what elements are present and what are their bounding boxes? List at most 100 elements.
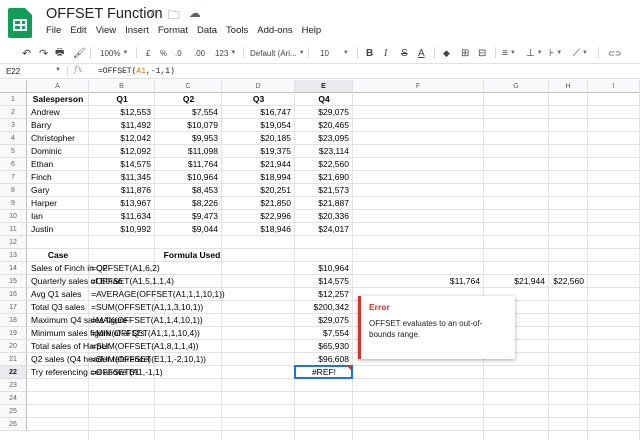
text-rotation-icon[interactable]: ⟋ ▼ xyxy=(573,44,588,62)
header-cell[interactable]: Q4 xyxy=(299,93,349,106)
row-header-25[interactable]: 25 xyxy=(0,405,27,418)
result-cell[interactable]: $10,964 xyxy=(299,262,349,275)
menu-format[interactable]: Format xyxy=(158,25,188,36)
menu-insert[interactable]: Insert xyxy=(125,25,149,36)
formula-header-cell[interactable]: Formula Used xyxy=(93,249,291,262)
table-cell[interactable]: $24,017 xyxy=(299,223,349,236)
table-cell[interactable]: $29,075 xyxy=(299,106,349,119)
row-header-22[interactable]: 22 xyxy=(0,366,27,379)
row-header-19[interactable]: 19 xyxy=(0,327,27,340)
currency-format-button[interactable]: £ xyxy=(146,44,150,62)
sheets-logo-icon[interactable] xyxy=(8,8,32,38)
more-formats-button[interactable]: 123 ▼ xyxy=(215,44,236,62)
table-cell[interactable]: $20,336 xyxy=(299,210,349,223)
table-cell[interactable]: Barry xyxy=(31,119,85,132)
row-header-7[interactable]: 7 xyxy=(0,171,27,184)
table-cell[interactable]: Gary xyxy=(31,184,85,197)
table-cell[interactable]: $14,575 xyxy=(93,158,151,171)
table-cell[interactable]: $11,098 xyxy=(159,145,218,158)
table-cell[interactable]: $23,095 xyxy=(299,132,349,145)
redo-icon[interactable]: ↷ xyxy=(39,44,48,62)
table-cell[interactable]: $10,079 xyxy=(159,119,218,132)
zoom-select[interactable]: 100% ▼ xyxy=(100,44,128,62)
table-cell[interactable]: Andrew xyxy=(31,106,85,119)
formula-input[interactable]: =OFFSET(A1,-1,1) xyxy=(98,67,175,76)
case-header-cell[interactable]: Case xyxy=(31,249,85,262)
row-header-21[interactable]: 21 xyxy=(0,353,27,366)
table-cell[interactable]: $9,044 xyxy=(159,223,218,236)
table-cell[interactable]: $11,876 xyxy=(93,184,151,197)
row-header-9[interactable]: 9 xyxy=(0,197,27,210)
borders-icon[interactable]: ⊞ xyxy=(461,44,469,62)
paint-format-icon[interactable]: 🖌 xyxy=(73,44,86,62)
menu-view[interactable]: View xyxy=(96,25,116,36)
table-cell[interactable]: $10,964 xyxy=(159,171,218,184)
row-header-24[interactable]: 24 xyxy=(0,392,27,405)
undo-icon[interactable]: ↶ xyxy=(22,44,31,62)
text-wrap-icon[interactable]: ⊦ ▼ xyxy=(549,44,562,62)
move-to-folder-icon[interactable]: 🗀 xyxy=(168,6,180,27)
row-header-6[interactable]: 6 xyxy=(0,158,27,171)
formula-cell[interactable]: =SUM(OFFSET(E1,1,-2,10,1)) xyxy=(91,353,291,366)
column-header-d[interactable]: D xyxy=(222,80,295,93)
table-cell[interactable]: $21,573 xyxy=(299,184,349,197)
result-cell[interactable]: $29,075 xyxy=(299,314,349,327)
row-header-11[interactable]: 11 xyxy=(0,223,27,236)
table-cell[interactable]: $9,953 xyxy=(159,132,218,145)
table-cell[interactable]: Justin xyxy=(31,223,85,236)
formula-cell[interactable]: =OFFSET(A1,5,1,1,4) xyxy=(91,275,291,288)
strikethrough-button[interactable]: S xyxy=(401,44,408,62)
table-cell[interactable]: $10,992 xyxy=(93,223,151,236)
table-cell[interactable]: $12,042 xyxy=(93,132,151,145)
horizontal-align-icon[interactable]: ≡ ▼ xyxy=(502,44,516,62)
row-header-2[interactable]: 2 xyxy=(0,106,27,119)
formula-cell[interactable]: =MAX(OFFSET(A1,1,4,10,1)) xyxy=(91,314,291,327)
table-cell[interactable]: $23,114 xyxy=(299,145,349,158)
result-cell[interactable]: $7,554 xyxy=(299,327,349,340)
table-cell[interactable]: $7,554 xyxy=(159,106,218,119)
menu-file[interactable]: File xyxy=(46,25,61,36)
percent-format-button[interactable]: % xyxy=(160,44,167,62)
spill-cell[interactable]: $11,764 xyxy=(357,275,480,288)
result-cell[interactable]: $200,342 xyxy=(299,301,349,314)
select-all-corner[interactable] xyxy=(0,80,27,93)
merge-cells-icon[interactable]: ⊟ xyxy=(478,44,486,62)
row-header-5[interactable]: 5 xyxy=(0,145,27,158)
row-header-18[interactable]: 18 xyxy=(0,314,27,327)
table-cell[interactable]: Harper xyxy=(31,197,85,210)
header-cell[interactable]: Q3 xyxy=(226,93,291,106)
table-cell[interactable]: $20,251 xyxy=(226,184,291,197)
table-cell[interactable]: $8,453 xyxy=(159,184,218,197)
table-cell[interactable]: Christopher xyxy=(31,132,85,145)
decrease-decimal-button[interactable]: .0 xyxy=(175,44,182,62)
menu-tools[interactable]: Tools xyxy=(226,25,248,36)
table-cell[interactable]: $20,465 xyxy=(299,119,349,132)
table-cell[interactable]: $13,967 xyxy=(93,197,151,210)
header-cell[interactable]: Q2 xyxy=(159,93,218,106)
table-cell[interactable]: Finch xyxy=(31,171,85,184)
formula-cell[interactable]: =OFFSET(A1,-1,1) xyxy=(91,366,291,379)
formula-cell[interactable]: =MIN(OFFSET(A1,1,1,10,4)) xyxy=(91,327,291,340)
column-header-a[interactable]: A xyxy=(27,80,89,93)
formula-cell[interactable]: =OFFSET(A1,6,2) xyxy=(91,262,291,275)
column-header-i[interactable]: I xyxy=(588,80,640,93)
table-cell[interactable]: $12,092 xyxy=(93,145,151,158)
fill-color-icon[interactable]: ◆ xyxy=(443,44,450,62)
table-cell[interactable]: $19,375 xyxy=(226,145,291,158)
column-header-h[interactable]: H xyxy=(549,80,588,93)
menu-addons[interactable]: Add-ons xyxy=(257,25,292,36)
row-header-4[interactable]: 4 xyxy=(0,132,27,145)
column-header-f[interactable]: F xyxy=(353,80,484,93)
table-cell[interactable]: $22,996 xyxy=(226,210,291,223)
row-header-15[interactable]: 15 xyxy=(0,275,27,288)
table-cell[interactable]: $11,345 xyxy=(93,171,151,184)
menu-edit[interactable]: Edit xyxy=(70,25,86,36)
row-header-8[interactable]: 8 xyxy=(0,184,27,197)
document-title[interactable]: OFFSET Function xyxy=(46,6,163,22)
column-header-e[interactable]: E xyxy=(295,80,353,93)
table-cell[interactable]: Dominic xyxy=(31,145,85,158)
font-family-select[interactable]: Default (Ari... ▼ xyxy=(250,44,305,62)
row-header-13[interactable]: 13 xyxy=(0,249,27,262)
table-cell[interactable]: $11,764 xyxy=(159,158,218,171)
row-header-16[interactable]: 16 xyxy=(0,288,27,301)
